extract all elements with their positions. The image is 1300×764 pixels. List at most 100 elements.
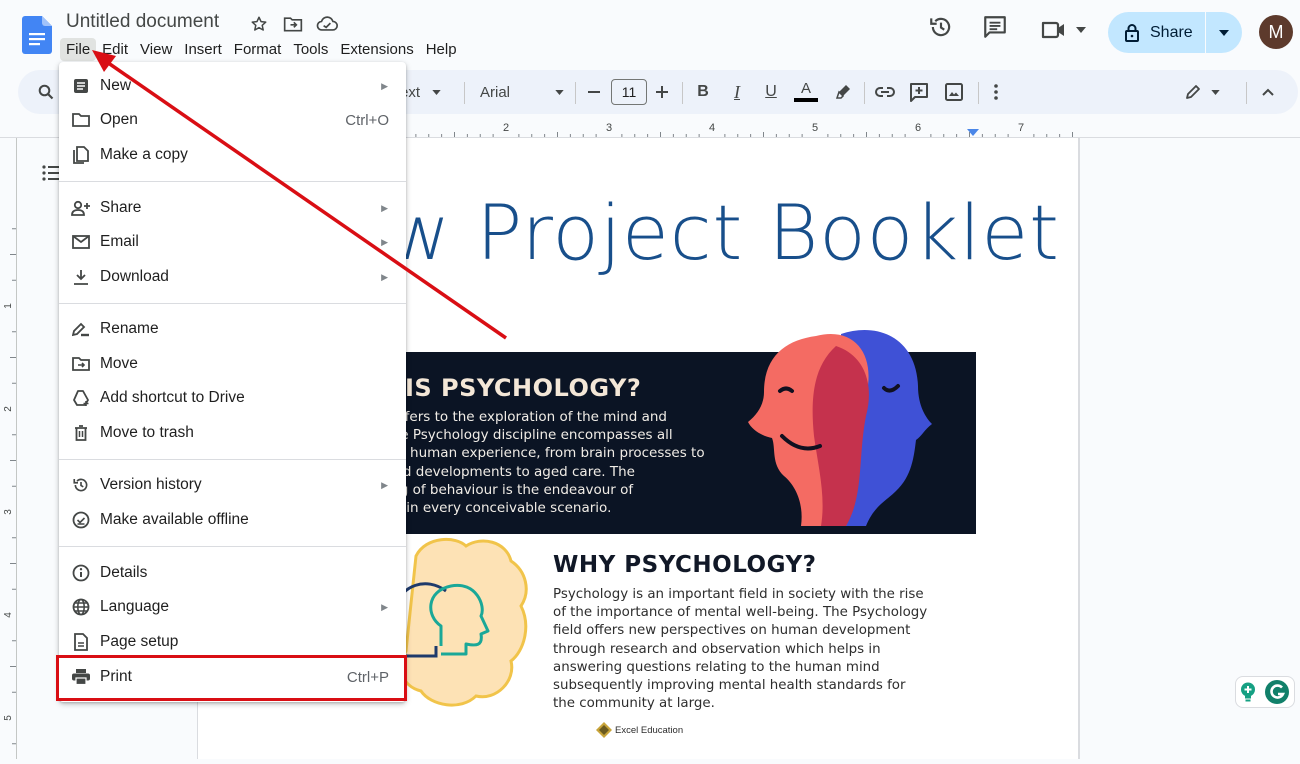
menu-item-move-to-trash[interactable]: Move to trash (59, 416, 406, 450)
ruler-label: 4 (3, 612, 14, 618)
folder-icon (71, 110, 91, 130)
bold-button[interactable]: B (692, 70, 714, 114)
more-options-icon[interactable] (986, 70, 1006, 114)
account-avatar[interactable]: M (1259, 15, 1293, 49)
chevron-down-icon (432, 89, 441, 95)
docs-logo-icon[interactable] (22, 16, 52, 54)
download-icon (71, 267, 91, 287)
ruler-label: 1 (3, 303, 14, 309)
brand-footer: Excel Education (596, 722, 683, 738)
search-menus-icon[interactable] (32, 70, 60, 114)
menu-format[interactable]: Format (228, 38, 288, 61)
grammarly-icon (1265, 680, 1289, 704)
excel-education-logo-icon (596, 722, 612, 738)
increase-font-size-button[interactable] (652, 70, 672, 114)
move-folder-icon[interactable] (282, 13, 304, 35)
vertical-ruler[interactable]: 1 2 3 4 5 (0, 138, 17, 759)
menu-item-make-available-offline[interactable]: Make available offline (59, 503, 406, 537)
menu-item-language[interactable]: Language ▶ (59, 590, 406, 624)
highlight-pen-icon[interactable] (832, 70, 854, 114)
grammarly-widget[interactable] (1235, 676, 1295, 708)
lightbulb-icon (1241, 682, 1255, 702)
ruler-label: 3 (606, 122, 612, 134)
italic-button[interactable]: I (726, 70, 748, 114)
menu-item-version-history[interactable]: Version history ▶ (59, 468, 406, 502)
trash-icon (71, 423, 91, 443)
ruler-label: 6 (915, 122, 921, 134)
submenu-arrow-icon: ▶ (381, 601, 388, 612)
rename-icon (71, 319, 91, 339)
faces-illustration (748, 329, 932, 526)
menu-item-rename[interactable]: Rename (59, 312, 406, 346)
brain-illustration (396, 537, 528, 707)
menu-view[interactable]: View (134, 38, 178, 61)
chevron-down-icon (1210, 89, 1220, 95)
video-camera-icon (1041, 21, 1064, 39)
print-highlight-box (56, 655, 407, 701)
editing-mode-button[interactable] (1180, 70, 1224, 114)
menu-edit[interactable]: Edit (96, 38, 134, 61)
ruler-label: 4 (709, 122, 715, 134)
menu-tools[interactable]: Tools (287, 38, 334, 61)
cloud-saved-icon[interactable] (316, 13, 338, 35)
menu-item-page-setup[interactable]: Page setup (59, 625, 406, 659)
add-comment-icon[interactable] (907, 70, 931, 114)
share-button[interactable]: Share (1108, 12, 1242, 53)
menu-item-share[interactable]: Share ▶ (59, 191, 406, 225)
chevron-down-icon (555, 89, 564, 95)
menu-item-open[interactable]: Open Ctrl+O (59, 103, 406, 137)
menu-item-new[interactable]: New ▶ (59, 69, 406, 103)
drive-shortcut-icon (71, 388, 91, 408)
globe-icon (71, 597, 91, 617)
menu-extensions[interactable]: Extensions (334, 38, 419, 61)
style-select[interactable]: ext (400, 70, 460, 114)
underline-button[interactable]: U (760, 70, 782, 114)
ruler-label: 2 (503, 122, 509, 134)
version-history-icon[interactable] (928, 14, 954, 45)
font-value: Arial (480, 83, 511, 101)
copy-icon (71, 145, 91, 165)
menu-item-add-shortcut-to-drive[interactable]: Add shortcut to Drive (59, 381, 406, 415)
font-size-input[interactable]: 11 (611, 79, 647, 105)
insert-link-icon[interactable] (873, 70, 897, 114)
document-title[interactable]: Untitled document (66, 11, 219, 33)
menu-file[interactable]: File (60, 38, 97, 61)
ruler-label: 2 (3, 406, 14, 412)
menu-insert[interactable]: Insert (178, 38, 228, 61)
text-color-button[interactable]: A (793, 70, 819, 114)
mail-icon (71, 232, 91, 252)
submenu-arrow-icon: ▶ (381, 236, 388, 247)
share-label: Share (1150, 23, 1193, 41)
right-indent-marker (967, 129, 979, 136)
menu-item-download[interactable]: Download ▶ (59, 260, 406, 294)
menu-item-email[interactable]: Email ▶ (59, 225, 406, 259)
horizontal-ruler[interactable]: 2 3 4 5 6 7 (388, 120, 1080, 138)
section2-text: Psychology is an important field in soci… (553, 587, 928, 712)
submenu-arrow-icon: ▶ (381, 271, 388, 282)
pencil-icon (1185, 85, 1200, 99)
menu-item-make-a-copy[interactable]: Make a copy (59, 138, 406, 172)
chevron-down-icon (1076, 27, 1086, 33)
font-select[interactable]: Arial (480, 70, 564, 114)
menu-bar: File Edit View Insert Format Tools Exten… (60, 38, 463, 61)
ruler-label: 3 (3, 509, 14, 515)
ruler-label: 5 (812, 122, 818, 134)
decrease-font-size-button[interactable] (584, 70, 604, 114)
share-dropdown[interactable] (1206, 29, 1242, 36)
ruler-label: 7 (1018, 122, 1024, 134)
menu-item-move[interactable]: Move (59, 347, 406, 381)
menu-help[interactable]: Help (420, 38, 463, 61)
ruler-label: 5 (3, 715, 14, 721)
star-icon[interactable] (248, 13, 270, 35)
hide-menus-chevron-up-icon[interactable] (1256, 70, 1280, 114)
brand-name: Excel Education (615, 724, 684, 736)
meet-button[interactable] (1040, 20, 1086, 40)
menu-item-details[interactable]: Details (59, 556, 406, 590)
section1-text: ogy refers to the exploration of the min… (362, 409, 705, 517)
insert-image-icon[interactable] (942, 70, 966, 114)
move-folder-icon (71, 354, 91, 374)
file-menu: New ▶ Open Ctrl+O Make a copy Share ▶ Em… (59, 62, 406, 702)
document-outline-icon[interactable] (42, 165, 60, 186)
offline-icon (71, 510, 91, 530)
comments-icon[interactable] (982, 14, 1008, 45)
